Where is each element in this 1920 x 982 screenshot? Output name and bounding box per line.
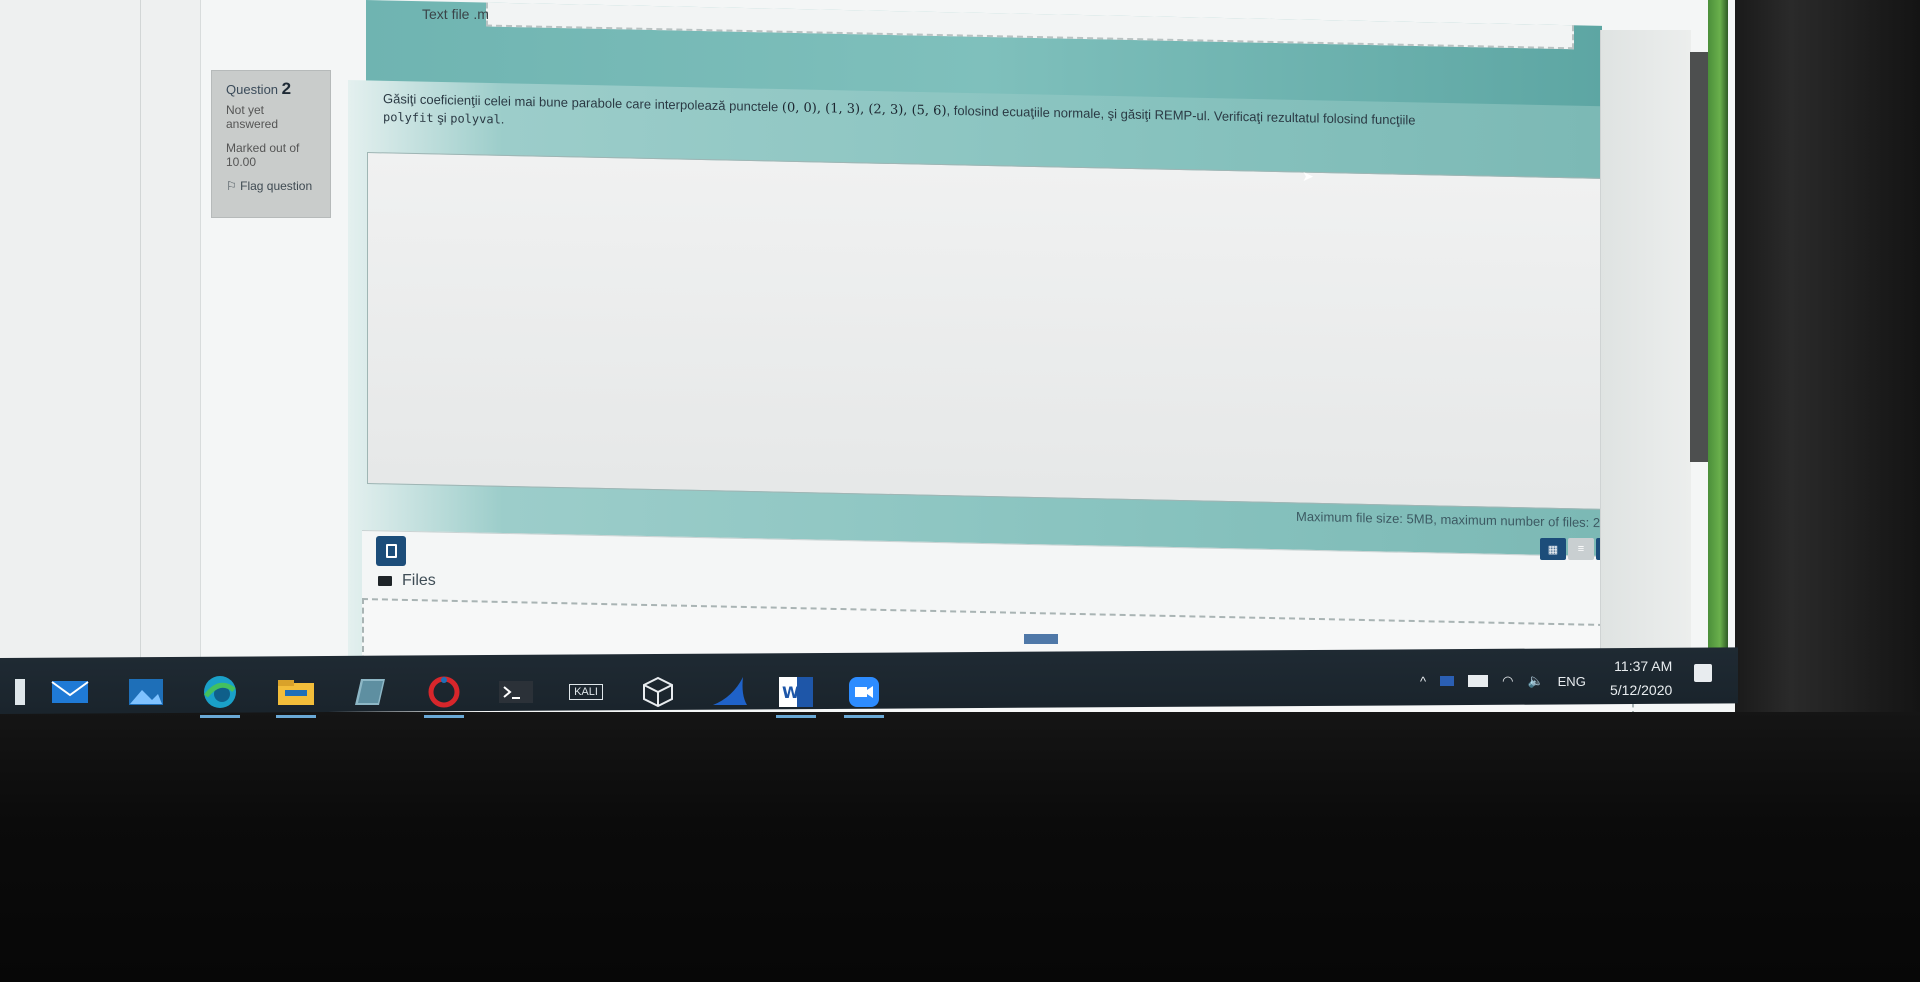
files-label: Files (402, 572, 436, 589)
question-number: Question 2 (226, 79, 316, 99)
mail-app[interactable] (50, 676, 90, 708)
monitor-bottom-bezel (0, 712, 1920, 982)
period: . (500, 111, 505, 127)
cube-icon (643, 676, 673, 708)
system-tray: ^ ◠ 🔈 ENG (1420, 666, 1586, 696)
zoom-camera-icon (849, 677, 879, 707)
word-app[interactable]: W (776, 676, 816, 718)
chevron-up-icon[interactable]: ^ (1420, 674, 1426, 689)
terminal-app[interactable] (496, 676, 536, 708)
tray-app-icon[interactable] (1440, 676, 1455, 686)
edge-icon (204, 676, 236, 708)
kali-app[interactable]: KALI (566, 676, 606, 708)
question-number-value: 2 (281, 79, 292, 98)
taskbar-edge-app[interactable] (0, 676, 40, 708)
flag-question-link[interactable]: ⚐ Flag question (226, 179, 316, 193)
flag-icon: ⚐ (226, 179, 237, 193)
notification-icon[interactable] (1694, 664, 1712, 682)
svg-text:W: W (782, 683, 800, 702)
terminal-icon (499, 681, 533, 703)
active-indicator (276, 715, 316, 718)
notepad-icon (355, 679, 385, 705)
function-polyfit: polyfit (383, 110, 434, 126)
shark-app[interactable] (710, 676, 750, 708)
flag-question-label: Flag question (240, 179, 313, 193)
mouse-cursor-icon: ➤ (1302, 168, 1314, 184)
monitor-screen: Text file .m Question 2 Not yet answered… (0, 0, 1735, 712)
virtualbox-app[interactable] (638, 676, 678, 708)
volume-icon[interactable]: 🔈 (1527, 673, 1543, 689)
document-icon (385, 544, 397, 558)
mail-icon (51, 681, 89, 703)
scroll-indicator (1024, 634, 1058, 644)
notepad-app[interactable] (350, 676, 390, 708)
app-red-ring[interactable] (424, 676, 464, 718)
question-state: Not yet answered (226, 103, 279, 131)
conjunction: şi (437, 110, 447, 126)
left-panel-divider (140, 0, 201, 660)
folder-icon (378, 576, 392, 586)
view-list-button[interactable]: ≡ (1568, 538, 1594, 560)
files-folder[interactable]: Files (378, 572, 436, 590)
question-info-box: Question 2 Not yet answered Marked out o… (211, 70, 331, 218)
active-indicator (200, 715, 240, 718)
view-grid-button[interactable]: ▦ (1540, 538, 1566, 560)
app-icon (15, 679, 25, 705)
red-ring-icon (428, 676, 460, 708)
grid-icon: ▦ (1547, 543, 1559, 556)
left-navigation-panel (0, 0, 201, 660)
wifi-icon[interactable]: ◠ (1502, 673, 1513, 689)
right-side-panel (1600, 30, 1691, 650)
language-indicator[interactable]: ENG (1558, 674, 1586, 689)
active-indicator (844, 715, 884, 718)
text-file-label: Text file .m (422, 6, 489, 22)
question-points: (0, 0), (1, 3), (2, 3), (5, 6) (781, 100, 947, 119)
shark-fin-icon (713, 677, 747, 705)
previous-dropzone[interactable] (486, 2, 1574, 50)
answer-text-editor[interactable] (367, 152, 1625, 511)
photos-app[interactable] (126, 676, 166, 708)
clock-date: 5/12/2020 (1610, 682, 1673, 698)
question-label: Question (226, 82, 279, 97)
file-explorer[interactable] (276, 676, 316, 718)
folder-app-icon (278, 680, 314, 705)
active-indicator (776, 715, 816, 718)
function-polyval: polyval (450, 111, 501, 127)
taskbar-clock[interactable]: 11:37 AM 5/12/2020 (1610, 654, 1672, 702)
list-icon: ≡ (1577, 543, 1585, 555)
edge-browser[interactable] (200, 676, 240, 718)
right-scrollbar[interactable] (1690, 52, 1708, 462)
kali-icon: KALI (569, 684, 603, 700)
clock-time: 11:37 AM (1614, 658, 1673, 674)
word-icon: W (779, 677, 813, 707)
question-mark: Marked out of 10.00 (226, 141, 300, 169)
add-file-button[interactable] (376, 536, 406, 566)
battery-icon[interactable] (1468, 675, 1489, 687)
screen-edge-glow (1708, 0, 1728, 650)
zoom-app[interactable] (844, 676, 884, 718)
photos-icon (129, 679, 163, 705)
active-indicator (424, 715, 464, 718)
